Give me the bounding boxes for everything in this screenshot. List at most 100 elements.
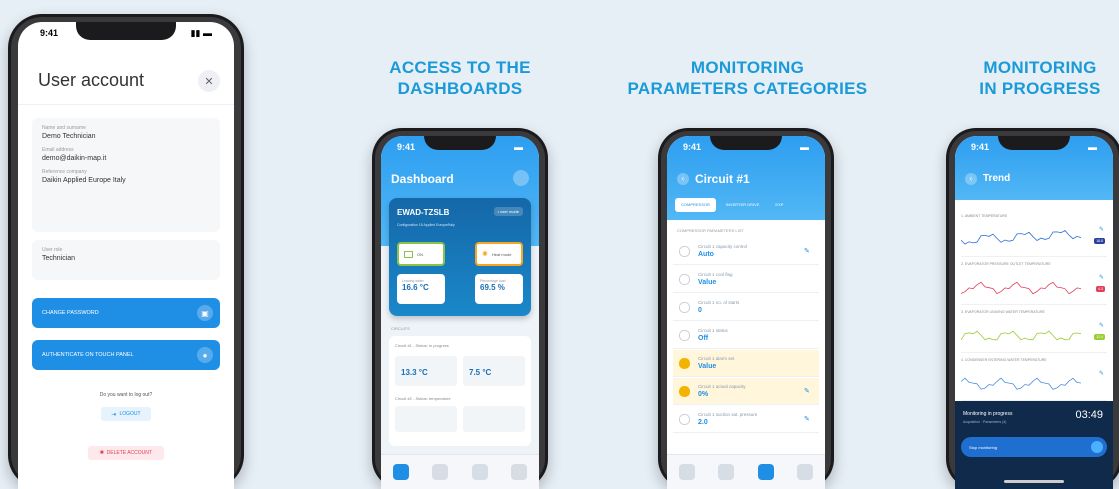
monitoring-panel: Monitoring in progress Acquisition · Par…	[955, 401, 1113, 489]
change-password-button[interactable]: CHANGE PASSWORD ▣	[32, 298, 220, 328]
tile-value: 69.5 %	[480, 283, 505, 292]
edit-icon[interactable]: ✎	[1099, 226, 1104, 233]
edit-icon[interactable]: ✎	[1099, 322, 1104, 329]
parameter-row[interactable]: Circuit 1 capacity control Auto ✎	[673, 238, 819, 265]
tab-compressor[interactable]: COMPRESSOR	[675, 198, 716, 212]
trend-series	[961, 281, 1082, 295]
parameter-label: Circuit 1 alarm set	[698, 355, 735, 361]
value-box	[463, 406, 525, 432]
trend-chart: 3. EVAPORATOR LEAVING WATER TEMPERATURE 1…	[961, 308, 1107, 353]
avatar[interactable]	[513, 170, 529, 186]
user-info-card: Name and surname Demo Technician Email a…	[32, 118, 220, 232]
tab-dashboard-icon[interactable]	[392, 464, 409, 480]
checkbox[interactable]	[679, 385, 690, 397]
tab-parameters-icon[interactable]	[471, 464, 488, 480]
button-label: CHANGE PASSWORD	[42, 310, 99, 316]
button-label: LOGOUT	[119, 411, 141, 417]
battery-icon: ▬	[1088, 142, 1097, 152]
tile-label: ON	[417, 251, 423, 257]
checkbox[interactable]	[679, 273, 690, 285]
on-tile[interactable]: ON	[397, 242, 445, 266]
status-time: 9:41	[683, 142, 702, 152]
power-icon	[404, 250, 413, 258]
edit-icon[interactable]: ✎	[804, 387, 813, 396]
parameter-text: Circuit 1 alarm set Value	[698, 356, 734, 371]
field-value: Demo Technician	[42, 133, 96, 140]
checkbox[interactable]	[679, 413, 690, 425]
stop-monitoring-button[interactable]: Stop monitoring	[961, 437, 1107, 457]
checkbox[interactable]	[679, 301, 690, 313]
logout-button[interactable]: ⇥ LOGOUT	[101, 407, 151, 421]
authenticate-button[interactable]: AUTHENTICATE ON TOUCH PANEL ●	[32, 340, 220, 370]
trend-chart: 1. AMBIENT TEMPERATURE 18.8 ✎	[961, 212, 1107, 257]
edit-icon[interactable]: ✎	[1099, 274, 1104, 281]
phone-user-account: 9:41 ▮▮ ▬ User account ✕ Name and surname…	[8, 14, 244, 489]
user-icon: ●	[197, 347, 213, 363]
parameter-text: Circuit 1 capacity control Auto	[698, 244, 747, 259]
back-icon[interactable]: ‹	[965, 173, 977, 185]
value-box: 7.5 °C	[463, 356, 525, 386]
battery-icon: ▬	[514, 142, 523, 152]
parameter-label: Circuit 1 no. of starts	[698, 299, 740, 305]
parameter-value: Value	[698, 278, 717, 286]
load-tile: Percentage load 69.5 %	[475, 274, 523, 304]
parameter-row[interactable]: Circuit 1 alarm set Value	[673, 350, 819, 377]
tab-trend-icon[interactable]	[718, 464, 735, 480]
parameter-value: Off	[698, 334, 709, 342]
value-badge: 4.3	[1096, 286, 1105, 292]
caption-line: PARAMETERS CATEGORIES	[627, 79, 868, 98]
checkbox[interactable]	[679, 329, 690, 341]
tab-parameters-icon[interactable]	[757, 464, 774, 480]
circuit-card[interactable]: Circuit #1 - Status: in progress 13.3 °C…	[389, 336, 531, 446]
parameter-row[interactable]: Circuit 1 status Off	[673, 322, 819, 349]
divider	[18, 104, 234, 105]
status-time: 9:41	[397, 142, 416, 152]
role-label: User role	[42, 247, 63, 253]
page-title: Trend	[983, 173, 1011, 184]
tile-label: Heat mode	[491, 251, 512, 257]
parameter-row[interactable]: Circuit 1 no. of starts 0	[673, 294, 819, 321]
parameter-label: Circuit 1 suction sat. pressure	[698, 411, 758, 417]
tab-inverter[interactable]: INVERTER DRIVE	[720, 198, 766, 212]
button-label: DELETE ACCOUNT	[106, 450, 152, 456]
tab-exp[interactable]: EXP	[769, 198, 789, 212]
parameter-row[interactable]: Circuit 1 actual capacity 0% ✎	[673, 378, 819, 405]
trend-chart: 2. EVAPORATOR PRESSURE OUTLET TEMPERATUR…	[961, 260, 1107, 305]
mode-tile[interactable]: ✺ Heat mode	[475, 242, 523, 266]
parameter-row[interactable]: Circuit 1 cool flag Value	[673, 266, 819, 293]
tab-more-icon[interactable]	[511, 464, 528, 480]
tile-label: Leaving water	[402, 279, 424, 283]
tab-dashboard-icon[interactable]	[678, 464, 695, 480]
lock-icon: ▣	[197, 305, 213, 321]
page-title: User account	[38, 70, 145, 90]
parameter-label: Circuit 1 actual capacity	[698, 383, 746, 389]
temp-tile: Leaving water 16.6 °C	[397, 274, 445, 304]
checkbox[interactable]	[679, 245, 690, 257]
status-time: 9:41	[971, 142, 990, 152]
back-icon[interactable]: ‹	[677, 173, 689, 185]
caption-line: MONITORING	[983, 58, 1097, 77]
caption-dashboards: ACCESS TO THE DASHBOARDS	[360, 57, 560, 99]
field-label: Name and surname	[42, 125, 86, 131]
parameter-row[interactable]: Circuit 1 suction sat. pressure 2.0 ✎	[673, 406, 819, 433]
tab-trend-icon[interactable]	[432, 464, 449, 480]
edit-icon[interactable]: ✎	[804, 247, 813, 256]
progress-sub: Acquisition · Parameters (4)	[963, 420, 1007, 424]
edit-icon[interactable]: ✎	[1099, 370, 1104, 377]
parameter-value: 0%	[698, 390, 709, 398]
user-account-screen: 9:41 ▮▮ ▬ User account ✕ Name and surname…	[18, 22, 234, 489]
button-label: AUTHENTICATE ON TOUCH PANEL	[42, 352, 134, 358]
checkbox[interactable]	[679, 357, 690, 369]
value-box	[395, 406, 457, 432]
section-label: COMPRESSOR PARAMETERS LIST	[677, 228, 744, 233]
close-icon[interactable]: ✕	[198, 70, 220, 92]
caption-line: MONITORING	[690, 58, 805, 77]
delete-account-button[interactable]: ■ DELETE ACCOUNT	[88, 446, 164, 460]
trend-line	[961, 330, 1082, 341]
tab-more-icon[interactable]	[797, 464, 814, 480]
unit-card[interactable]: EWAD-TZSLB • user mode Configuration 18 …	[389, 198, 531, 316]
role-value: Technician	[42, 255, 76, 262]
edit-icon[interactable]: ✎	[804, 415, 813, 424]
parameter-text: Circuit 1 no. of starts 0	[698, 300, 739, 315]
battery-icon: ▮▮ ▬	[190, 27, 212, 38]
